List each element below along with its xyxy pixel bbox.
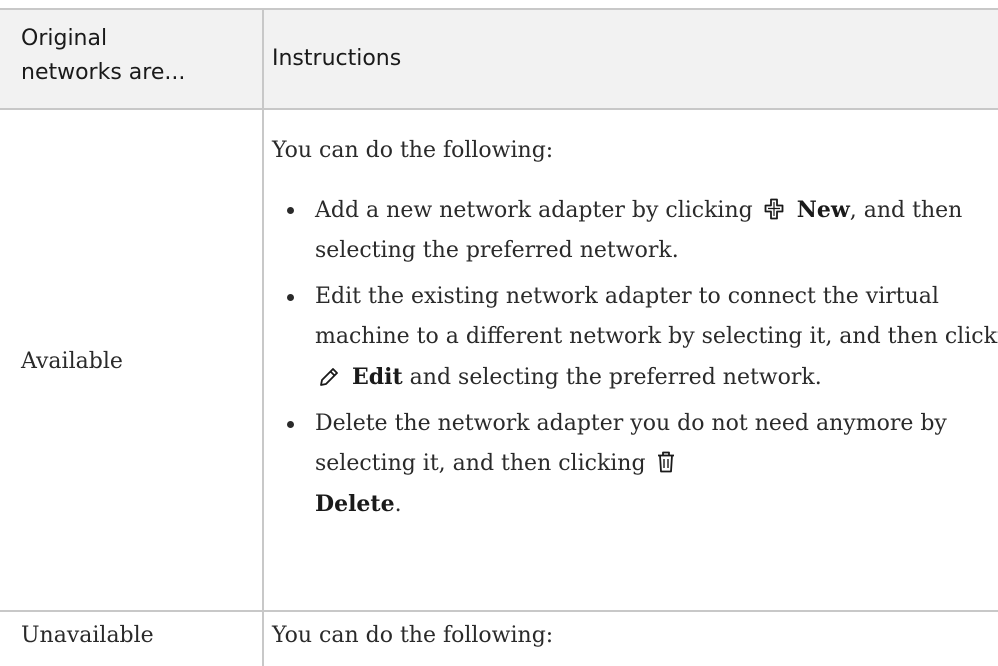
edit-action-label: Edit bbox=[352, 364, 403, 390]
list-item: Add a new network adapter by clicking Ne… bbox=[287, 190, 998, 271]
unavailable-intro: You can do the following: bbox=[272, 623, 554, 648]
new-action-label: New bbox=[796, 197, 850, 223]
delete-action-label: Delete bbox=[315, 491, 395, 517]
available-intro: You can do the following: bbox=[272, 138, 554, 163]
header-instructions: Instructions bbox=[272, 46, 402, 71]
plus-icon bbox=[764, 198, 784, 220]
pencil-icon bbox=[319, 367, 339, 387]
list-item: Edit the existing network adapter to con… bbox=[287, 277, 998, 398]
header-original-networks: Original networks are... bbox=[21, 22, 185, 90]
header-col1-line2: networks are... bbox=[21, 60, 186, 85]
table-header-border bbox=[0, 108, 998, 110]
table-top-border bbox=[0, 8, 998, 10]
state-unavailable: Unavailable bbox=[21, 623, 154, 648]
list-item: Delete the network adapter you do not ne… bbox=[287, 404, 998, 525]
column-divider bbox=[262, 8, 264, 666]
bullet-text: Delete the network adapter you do not ne… bbox=[315, 411, 947, 476]
bullet-text: Edit the existing network adapter to con… bbox=[315, 284, 998, 349]
row-divider bbox=[0, 610, 998, 612]
available-instructions-list: Add a new network adapter by clicking Ne… bbox=[272, 190, 998, 531]
bullet-text: . bbox=[394, 492, 402, 517]
networks-table: Original networks are... Instructions Av… bbox=[0, 0, 998, 666]
state-available: Available bbox=[21, 349, 123, 374]
bullet-text: Add a new network adapter by clicking bbox=[315, 198, 753, 223]
bullet-text: and selecting the preferred network. bbox=[409, 365, 822, 390]
header-col1-line1: Original bbox=[21, 26, 108, 51]
trash-icon bbox=[657, 451, 675, 473]
